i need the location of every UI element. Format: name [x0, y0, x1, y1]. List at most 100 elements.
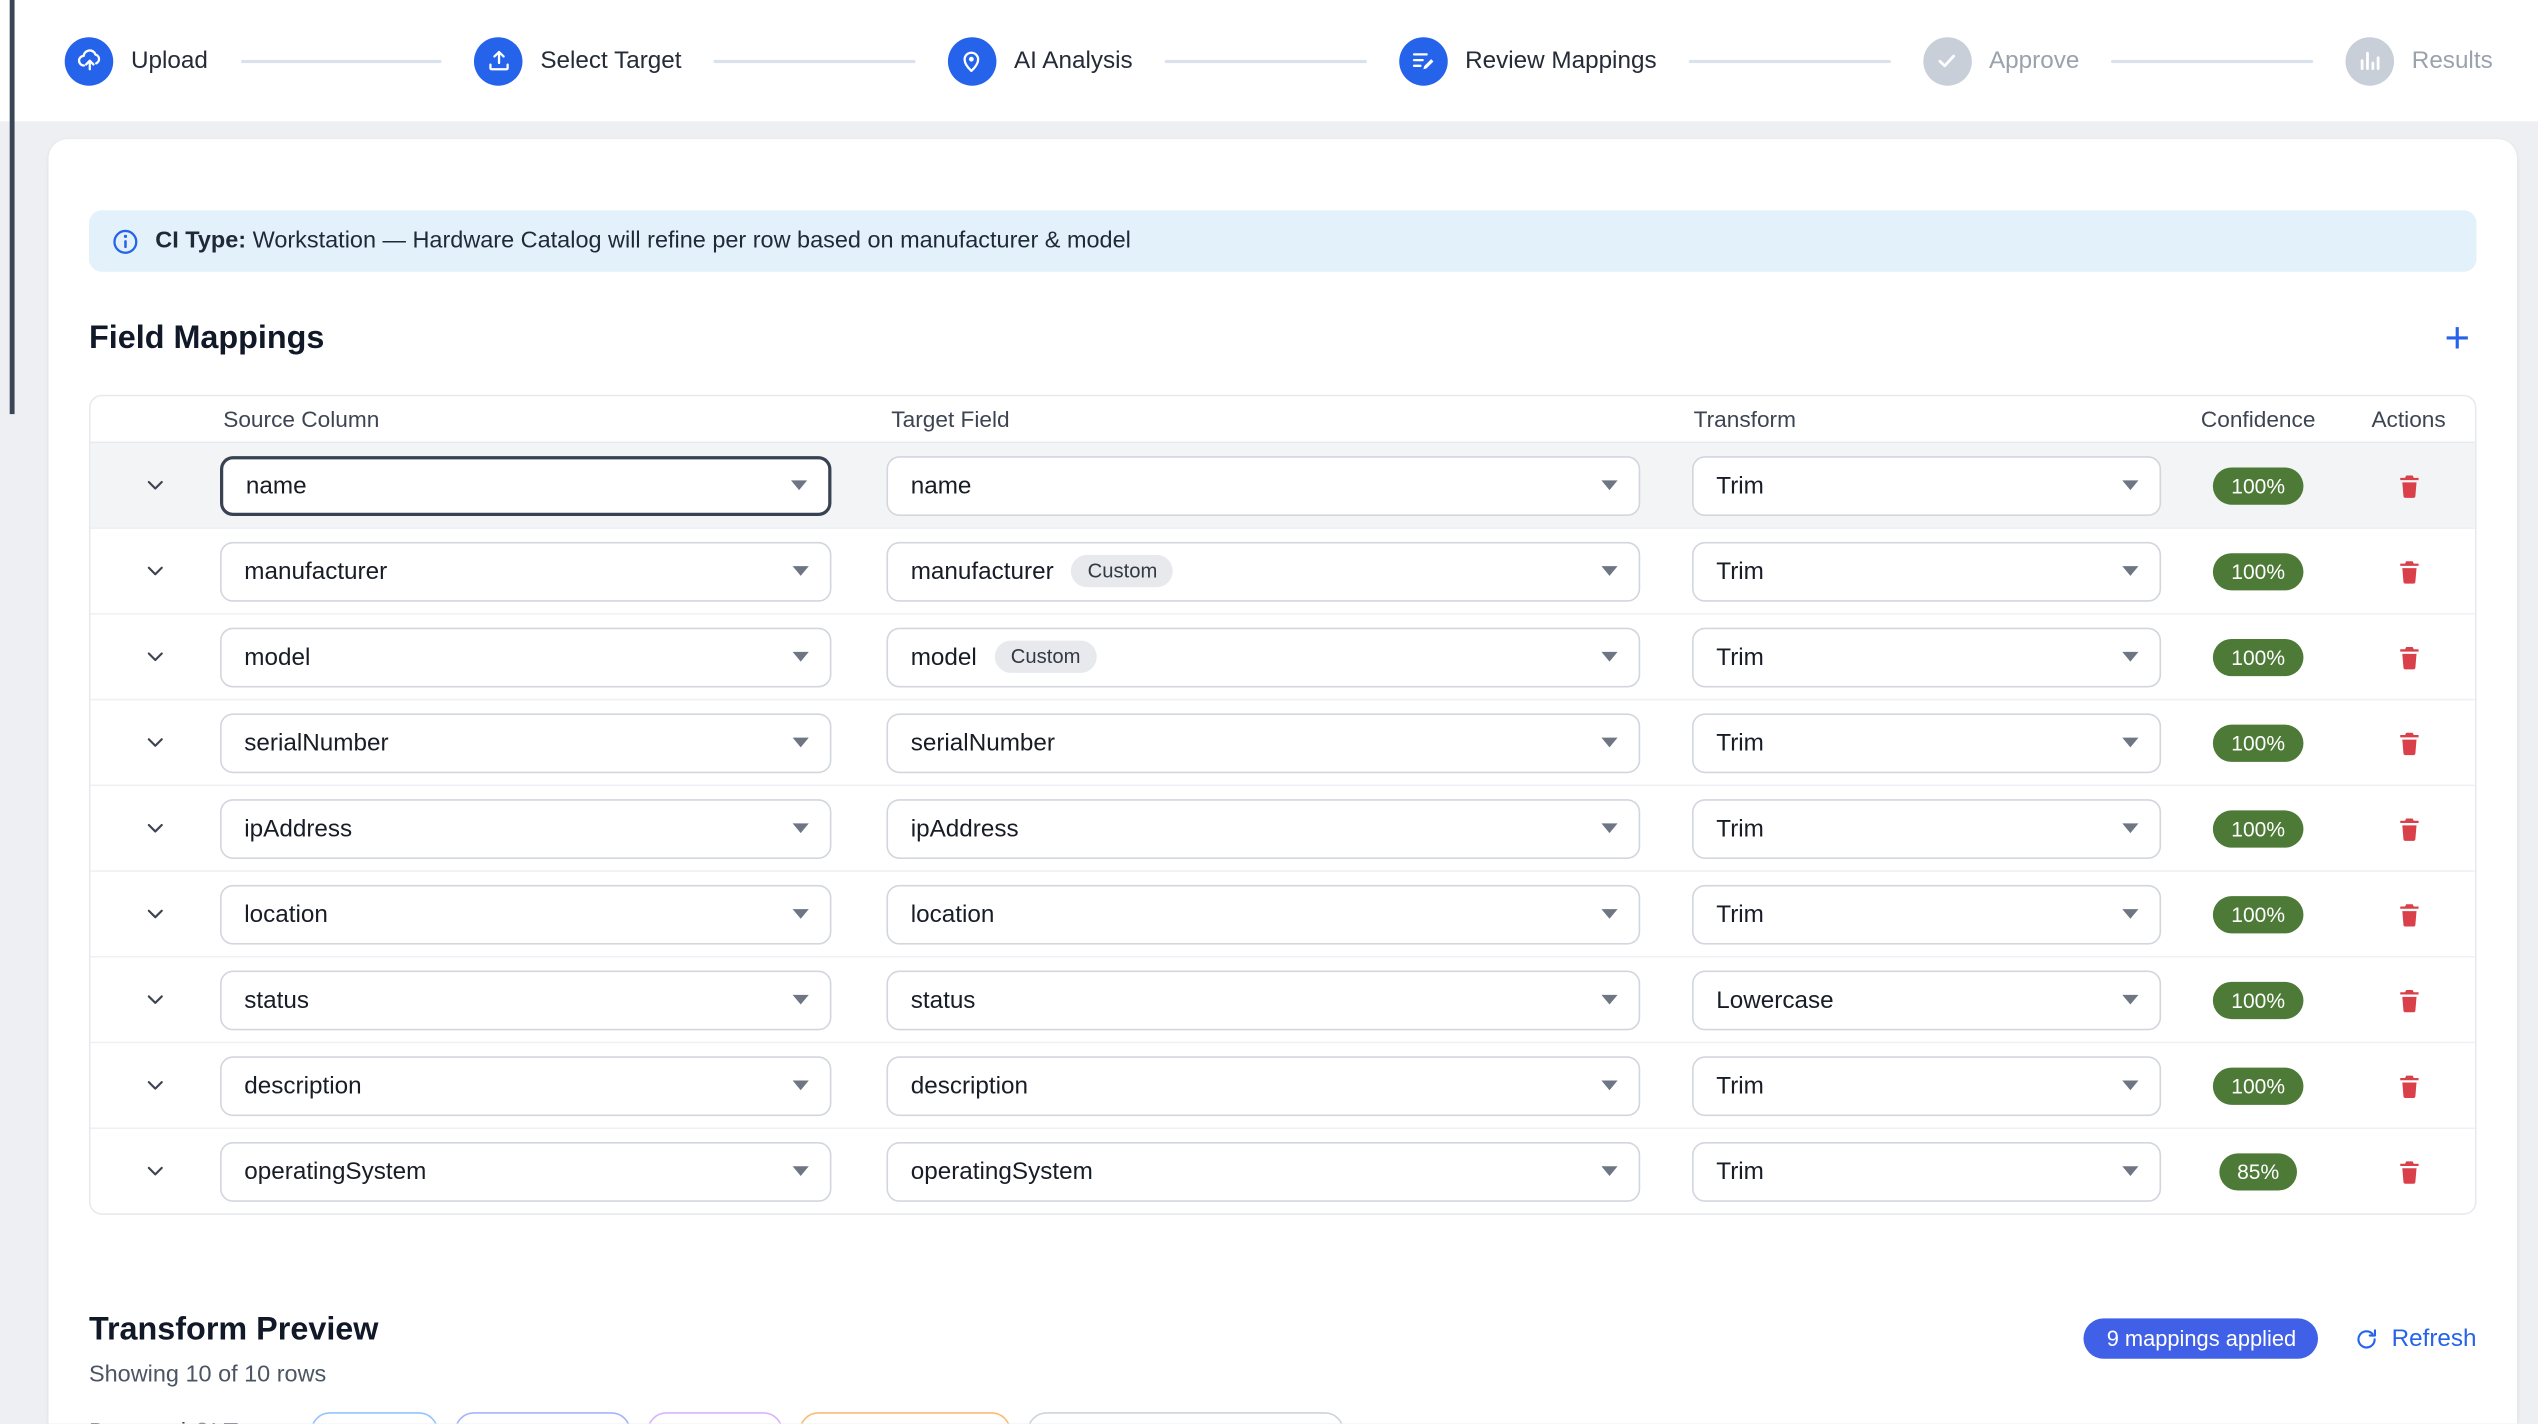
- expand-row-chevron-icon[interactable]: [142, 901, 168, 927]
- mapping-row: description description Trim 100%: [91, 1043, 2475, 1129]
- ai-pin-icon: [948, 36, 997, 85]
- source-column-select[interactable]: name: [220, 455, 831, 515]
- transform-select[interactable]: Trim: [1692, 884, 2161, 944]
- source-column-select[interactable]: location: [220, 884, 831, 944]
- expand-row-chevron-icon[interactable]: [142, 730, 168, 756]
- target-field-select[interactable]: name: [886, 455, 1640, 515]
- table-header: Source Column Target Field Transform Con…: [91, 396, 2475, 443]
- source-column-select[interactable]: description: [220, 1055, 831, 1115]
- delete-mapping-button[interactable]: [2395, 641, 2422, 672]
- step-results[interactable]: Results: [2345, 36, 2492, 85]
- page: Upload Select Target AI Analysis Review …: [0, 0, 2538, 1423]
- ci-type-badge: Network Device: 2: [799, 1412, 1012, 1423]
- dropdown-caret-icon: [2122, 823, 2138, 833]
- delete-mapping-button[interactable]: [2395, 984, 2422, 1015]
- expand-row-chevron-icon[interactable]: [142, 644, 168, 670]
- mappings-icon: [1399, 36, 1448, 85]
- transform-select[interactable]: Trim: [1692, 455, 2161, 515]
- dropdown-caret-icon: [1601, 566, 1617, 576]
- step-label: Review Mappings: [1465, 47, 1657, 74]
- delete-mapping-button[interactable]: [2395, 556, 2422, 587]
- transform-select[interactable]: Trim: [1692, 1141, 2161, 1201]
- target-field-select[interactable]: ipAddress: [886, 798, 1640, 858]
- ci-type-badges: Server: 2Workstation: 3Monitor: 2Network…: [311, 1412, 1344, 1423]
- step-connector: [714, 59, 915, 62]
- transform-select[interactable]: Trim: [1692, 798, 2161, 858]
- main-card: CI Type: Workstation — Hardware Catalog …: [49, 139, 2517, 1423]
- dropdown-caret-icon: [2122, 1081, 2138, 1091]
- step-approve[interactable]: Approve: [1923, 36, 2080, 85]
- source-column-select[interactable]: serialNumber: [220, 713, 831, 773]
- step-connector: [1689, 59, 1890, 62]
- source-column-select[interactable]: manufacturer: [220, 541, 831, 601]
- custom-badge: Custom: [995, 641, 1097, 673]
- target-field-select[interactable]: description: [886, 1055, 1640, 1115]
- delete-mapping-button[interactable]: [2395, 813, 2422, 844]
- dropdown-caret-icon: [2122, 995, 2138, 1005]
- transform-select[interactable]: Trim: [1692, 713, 2161, 773]
- dropdown-caret-icon: [2122, 566, 2138, 576]
- transform-select[interactable]: Trim: [1692, 1055, 2161, 1115]
- detected-ci-types-row: Detected CI Types: Server: 2Workstation:…: [89, 1412, 2477, 1423]
- step-upload[interactable]: Upload: [65, 36, 208, 85]
- expand-row-chevron-icon[interactable]: [142, 472, 168, 498]
- ci-type-badge: Workstation: 3: [455, 1412, 631, 1423]
- transform-preview-right: 9 mappings applied Refresh: [2084, 1318, 2476, 1358]
- table-body: name name Trim 100%: [91, 443, 2475, 1213]
- mapping-row: ipAddress ipAddress Trim 100%: [91, 786, 2475, 872]
- dropdown-caret-icon: [1601, 1081, 1617, 1091]
- step-label: Select Target: [540, 47, 681, 74]
- dropdown-caret-icon: [2122, 909, 2138, 919]
- source-column-select[interactable]: status: [220, 970, 831, 1030]
- transform-select[interactable]: Trim: [1692, 627, 2161, 687]
- refresh-button[interactable]: Refresh: [2354, 1325, 2476, 1352]
- dropdown-caret-icon: [1601, 823, 1617, 833]
- delete-mapping-button[interactable]: [2395, 1156, 2422, 1187]
- dropdown-caret-icon: [1601, 652, 1617, 662]
- step-select-target[interactable]: Select Target: [474, 36, 682, 85]
- expand-row-chevron-icon[interactable]: [142, 987, 168, 1013]
- delete-mapping-button[interactable]: [2395, 899, 2422, 930]
- step-review-mappings[interactable]: Review Mappings: [1399, 36, 1657, 85]
- ci-type-badge: Unmatched: 1 → Workstation: [1028, 1412, 1344, 1423]
- expand-row-chevron-icon[interactable]: [142, 1072, 168, 1098]
- field-mappings-title: Field Mappings: [89, 317, 324, 359]
- custom-badge: Custom: [1071, 555, 1173, 587]
- source-column-select[interactable]: ipAddress: [220, 798, 831, 858]
- step-label: Upload: [131, 47, 208, 74]
- refresh-icon: [2354, 1326, 2380, 1352]
- target-field-select[interactable]: model Custom: [886, 627, 1640, 687]
- delete-mapping-button[interactable]: [2395, 470, 2422, 501]
- add-mapping-button[interactable]: +: [2438, 319, 2476, 358]
- expand-row-chevron-icon[interactable]: [142, 558, 168, 584]
- mappings-applied-badge: 9 mappings applied: [2084, 1318, 2319, 1358]
- expand-row-chevron-icon[interactable]: [142, 1158, 168, 1184]
- header-target-field: Target Field: [886, 406, 1692, 432]
- dropdown-caret-icon: [793, 995, 809, 1005]
- dropdown-caret-icon: [1601, 480, 1617, 490]
- confidence-badge: 100%: [2213, 810, 2302, 847]
- banner-text: CI Type: Workstation — Hardware Catalog …: [155, 228, 1131, 254]
- step-ai-analysis[interactable]: AI Analysis: [948, 36, 1133, 85]
- target-field-select[interactable]: manufacturer Custom: [886, 541, 1640, 601]
- mappings-table: Source Column Target Field Transform Con…: [89, 395, 2477, 1215]
- confidence-badge: 100%: [2213, 638, 2302, 675]
- header-transform: Transform: [1692, 406, 2177, 432]
- expand-row-chevron-icon[interactable]: [142, 815, 168, 841]
- step-label: Approve: [1989, 47, 2079, 74]
- target-field-select[interactable]: status: [886, 970, 1640, 1030]
- delete-mapping-button[interactable]: [2395, 1070, 2422, 1101]
- dropdown-caret-icon: [793, 1081, 809, 1091]
- mapping-row: operatingSystem operatingSystem Trim 85%: [91, 1129, 2475, 1213]
- source-column-select[interactable]: operatingSystem: [220, 1141, 831, 1201]
- target-field-select[interactable]: serialNumber: [886, 713, 1640, 773]
- source-column-select[interactable]: model: [220, 627, 831, 687]
- dropdown-caret-icon: [1601, 738, 1617, 748]
- target-field-select[interactable]: operatingSystem: [886, 1141, 1640, 1201]
- target-field-select[interactable]: location: [886, 884, 1640, 944]
- confidence-badge: 100%: [2213, 552, 2302, 589]
- delete-mapping-button[interactable]: [2395, 727, 2422, 758]
- transform-select[interactable]: Lowercase: [1692, 970, 2161, 1030]
- dropdown-caret-icon: [2122, 480, 2138, 490]
- transform-select[interactable]: Trim: [1692, 541, 2161, 601]
